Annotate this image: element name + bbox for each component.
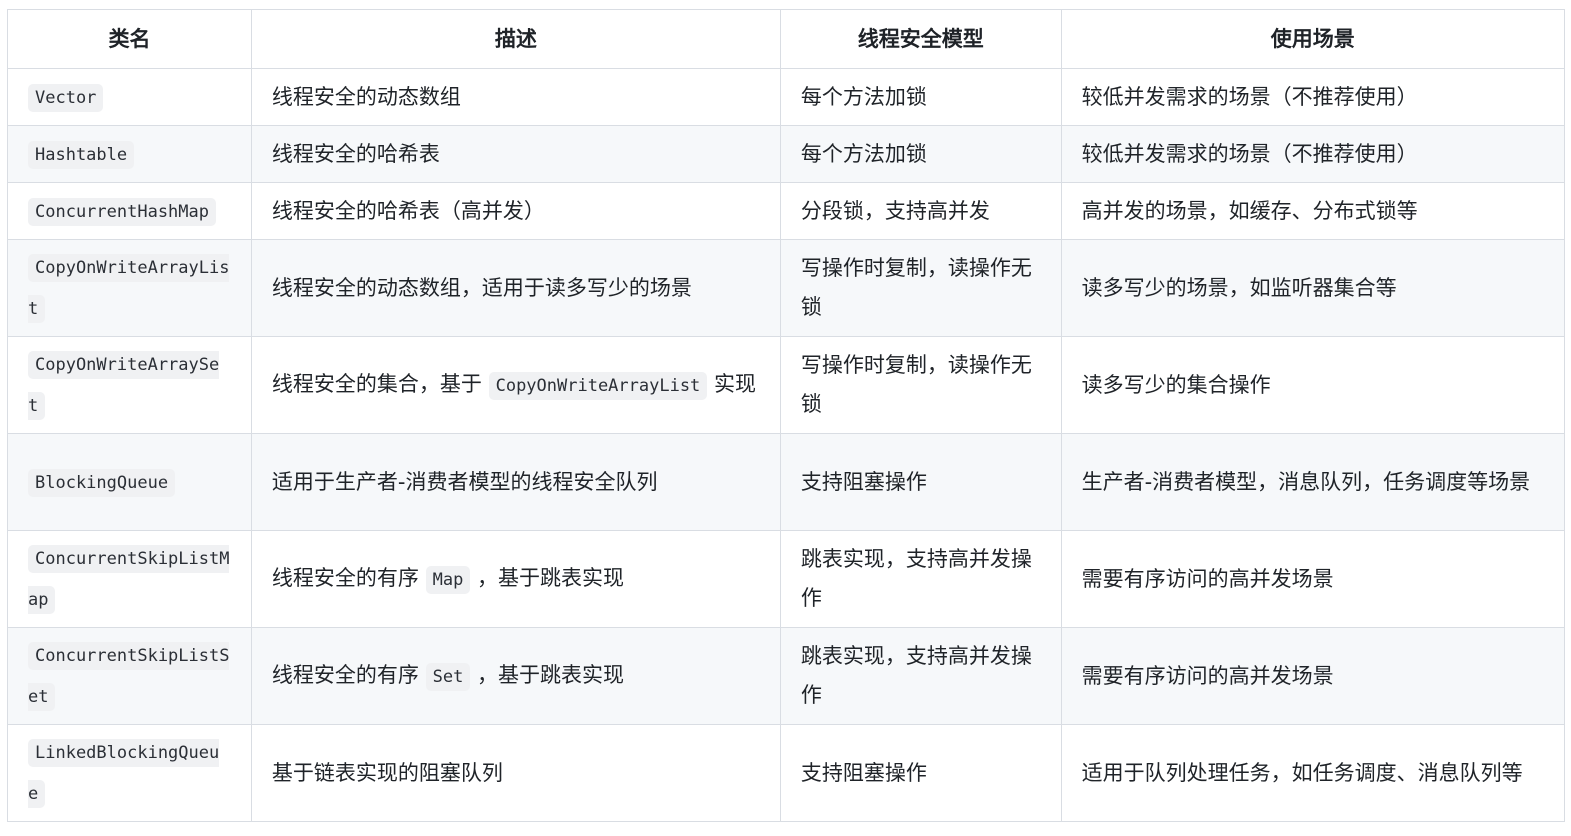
description-cell: 线程安全的哈希表（高并发） xyxy=(250,182,781,240)
description-cell: 线程安全的集合，基于 CopyOnWriteArrayList 实现 xyxy=(250,336,781,434)
class-name-cell: ConcurrentHashMap xyxy=(7,182,252,240)
description-cell: 适用于生产者-消费者模型的线程安全队列 xyxy=(250,433,781,531)
column-header-description: 描述 xyxy=(250,9,781,69)
description-cell: 线程安全的有序 Map ，基于跳表实现 xyxy=(250,530,781,628)
inline-code: Set xyxy=(425,662,471,691)
description-text: 线程安全的哈希表 xyxy=(271,141,440,166)
description-cell: 线程安全的有序 Set ，基于跳表实现 xyxy=(250,627,781,725)
description-cell: 线程安全的动态数组 xyxy=(250,68,781,126)
use-case-cell: 需要有序访问的高并发场景 xyxy=(1060,627,1566,725)
thread-safety-model-cell: 每个方法加锁 xyxy=(779,125,1062,183)
inline-code: Map xyxy=(425,565,471,594)
thread-safety-model-cell: 写操作时复制，读操作无锁 xyxy=(779,239,1062,337)
thread-safety-model-cell: 跳表实现，支持高并发操作 xyxy=(779,530,1062,628)
class-name-cell: Vector xyxy=(7,68,252,126)
table-row: ConcurrentHashMap 线程安全的哈希表（高并发） 分段锁，支持高并发高… xyxy=(7,182,1566,240)
class-name-code: Vector xyxy=(28,83,104,112)
use-case-cell: 高并发的场景，如缓存、分布式锁等 xyxy=(1060,182,1566,240)
inline-code: CopyOnWriteArrayList xyxy=(488,371,708,400)
thread-safety-model-cell: 每个方法加锁 xyxy=(779,68,1062,126)
thread-safety-model-cell: 跳表实现，支持高并发操作 xyxy=(779,627,1062,725)
class-name-cell: BlockingQueue xyxy=(7,433,252,531)
class-name-cell: CopyOnWriteArrayList xyxy=(7,239,252,337)
class-name-cell: ConcurrentSkipListMap xyxy=(7,530,252,628)
description-text: 线程安全的动态数组，适用于读多写少的场景 xyxy=(271,275,692,300)
use-case-cell: 较低并发需求的场景（不推荐使用） xyxy=(1060,68,1566,126)
description-text: 实现 xyxy=(707,371,756,396)
thread-safety-model-cell: 分段锁，支持高并发 xyxy=(779,182,1062,240)
thread-safe-collections-table: 类名 描述 线程安全模型 使用场景 Vector 线程安全的动态数组 每个方法加锁较… xyxy=(7,9,1566,822)
class-name-cell: CopyOnWriteArraySet xyxy=(7,336,252,434)
class-name-code: ConcurrentSkipListSet xyxy=(28,642,230,711)
table-row: Hashtable 线程安全的哈希表 每个方法加锁 较低并发需求的场景（不推荐使用） xyxy=(7,125,1566,183)
use-case-cell: 较低并发需求的场景（不推荐使用） xyxy=(1060,125,1566,183)
column-header-class-name: 类名 xyxy=(7,9,252,69)
class-name-cell: LinkedBlockingQueue xyxy=(7,724,252,822)
thread-safety-model-cell: 写操作时复制，读操作无锁 xyxy=(779,336,1062,434)
use-case-cell: 读多写少的场景，如监听器集合等 xyxy=(1060,239,1566,337)
table-row: CopyOnWriteArrayList 线程安全的动态数组，适用于读多写少的场景… xyxy=(7,239,1566,337)
table-body: Vector 线程安全的动态数组 每个方法加锁 较低并发需求的场景（不推荐使用） Has… xyxy=(7,68,1566,822)
column-header-use-case: 使用场景 xyxy=(1060,9,1566,69)
class-name-code: ConcurrentSkipListMap xyxy=(28,545,230,614)
description-cell: 基于链表实现的阻塞队列 xyxy=(250,724,781,822)
use-case-cell: 需要有序访问的高并发场景 xyxy=(1060,530,1566,628)
table-row: CopyOnWriteArraySet 线程安全的集合，基于 CopyOnWrit… xyxy=(7,336,1566,434)
class-name-code: CopyOnWriteArrayList xyxy=(28,254,230,323)
description-cell: 线程安全的动态数组，适用于读多写少的场景 xyxy=(250,239,781,337)
class-name-cell: ConcurrentSkipListSet xyxy=(7,627,252,725)
description-cell: 线程安全的哈希表 xyxy=(250,125,781,183)
description-text: 线程安全的有序 xyxy=(271,662,426,687)
class-name-code: CopyOnWriteArraySet xyxy=(28,351,220,420)
description-text: ，基于跳表实现 xyxy=(470,565,624,590)
table-row: LinkedBlockingQueue 基于链表实现的阻塞队列 支持阻塞操作 适用于队… xyxy=(7,724,1566,822)
description-text: 线程安全的有序 xyxy=(271,565,426,590)
class-name-code: Hashtable xyxy=(28,140,135,169)
description-text: 适用于生产者-消费者模型的线程安全队列 xyxy=(271,469,658,494)
thread-safety-model-cell: 支持阻塞操作 xyxy=(779,433,1062,531)
description-text: 线程安全的动态数组 xyxy=(271,84,461,109)
class-name-cell: Hashtable xyxy=(7,125,252,183)
document-body: 类名 描述 线程安全模型 使用场景 Vector 线程安全的动态数组 每个方法加锁较… xyxy=(7,9,1566,822)
thread-safety-model-cell: 支持阻塞操作 xyxy=(779,724,1062,822)
table-row: Vector 线程安全的动态数组 每个方法加锁 较低并发需求的场景（不推荐使用） xyxy=(7,68,1566,126)
table-header-row: 类名 描述 线程安全模型 使用场景 xyxy=(7,9,1566,69)
description-text: 线程安全的集合，基于 xyxy=(271,371,489,396)
description-text: ，基于跳表实现 xyxy=(470,662,624,687)
class-name-code: LinkedBlockingQueue xyxy=(28,739,220,808)
table-row: BlockingQueue 适用于生产者-消费者模型的线程安全队列 支持阻塞操作 生产… xyxy=(7,433,1566,531)
class-name-code: ConcurrentHashMap xyxy=(28,197,216,226)
column-header-thread-safety-model: 线程安全模型 xyxy=(779,9,1062,69)
use-case-cell: 读多写少的集合操作 xyxy=(1060,336,1566,434)
description-text: 基于链表实现的阻塞队列 xyxy=(271,760,503,785)
table-row: ConcurrentSkipListMap 线程安全的有序 Map ，基于跳表实现… xyxy=(7,530,1566,628)
use-case-cell: 适用于队列处理任务，如任务调度、消息队列等 xyxy=(1060,724,1566,822)
class-name-code: BlockingQueue xyxy=(28,468,176,497)
table-row: ConcurrentSkipListSet 线程安全的有序 Set ，基于跳表实现… xyxy=(7,627,1566,725)
description-text: 线程安全的哈希表（高并发） xyxy=(271,198,545,223)
use-case-cell: 生产者-消费者模型，消息队列，任务调度等场景 xyxy=(1060,433,1566,531)
